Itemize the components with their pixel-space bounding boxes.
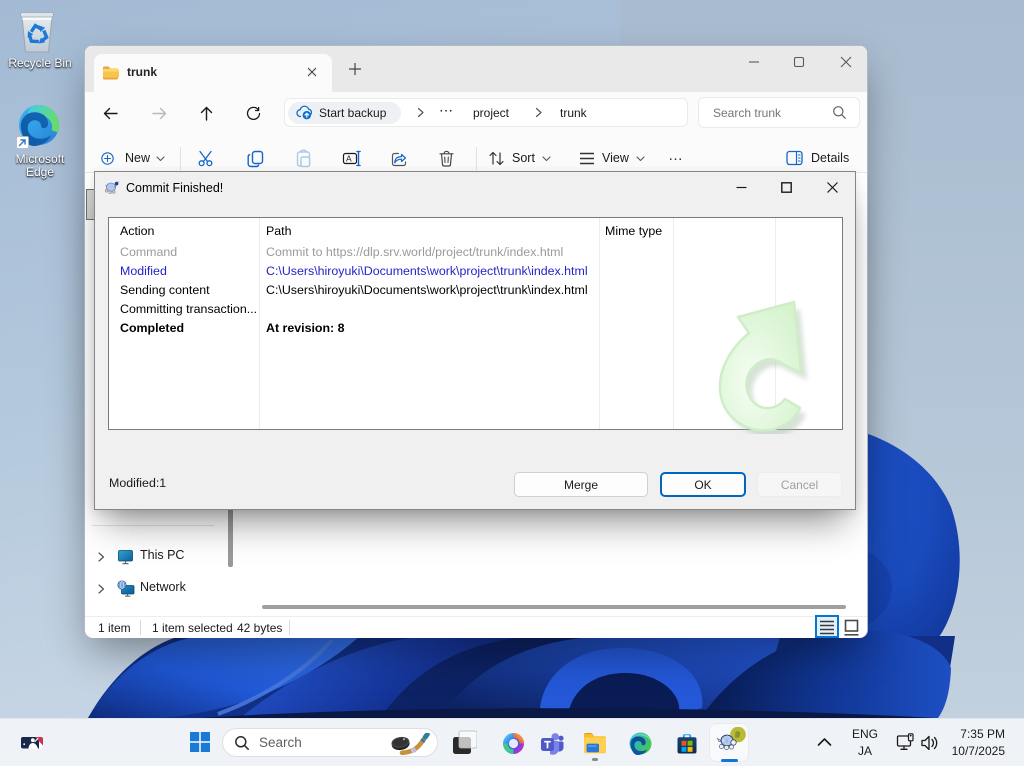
svg-text:A: A [346,153,352,163]
